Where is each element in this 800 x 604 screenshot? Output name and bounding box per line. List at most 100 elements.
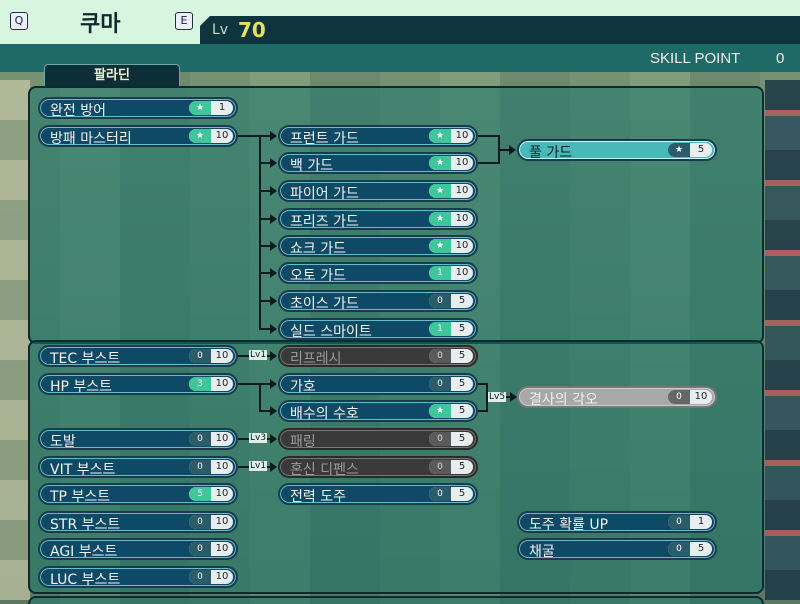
level-value: 70 xyxy=(238,18,266,42)
skill-level: 0 xyxy=(429,432,451,446)
skill-level: 1 xyxy=(429,266,451,280)
skill-back-water-guard[interactable]: 배수의 수호 ★ 5 xyxy=(278,400,478,422)
skill-max-level: 10 xyxy=(215,543,229,554)
level-label: Lv xyxy=(212,22,229,38)
skill-name: 완전 방어 xyxy=(50,103,106,119)
skill-name: VIT 부스트 xyxy=(50,462,116,478)
skill-provoke[interactable]: 도발 0 10 xyxy=(38,428,238,450)
skill-point-label: SKILL POINT xyxy=(650,50,741,67)
skill-level: 0 xyxy=(668,390,690,404)
skill-shock-guard[interactable]: 쇼크 가드 ★ 10 xyxy=(278,235,478,257)
skill-max-level: 10 xyxy=(215,350,229,361)
skill-level: 0 xyxy=(429,377,451,391)
skill-max-level: 5 xyxy=(697,144,705,155)
skill-shield-smite[interactable]: 실드 스마이트 15 xyxy=(278,318,478,340)
prev-character-key[interactable]: Q xyxy=(10,12,28,30)
skill-confusion-defense[interactable]: 혼신 디펜스 05 xyxy=(278,456,478,478)
arrow-icon xyxy=(270,379,277,389)
skill-name: 실드 스마이트 xyxy=(290,324,372,340)
skill-tp-boost[interactable]: TP 부스트 5 10 xyxy=(38,483,238,505)
arrow-icon xyxy=(270,351,277,361)
connector xyxy=(477,135,499,137)
skill-max-level: 1 xyxy=(218,102,226,113)
star-icon: ★ xyxy=(429,404,451,418)
skill-max-level: 10 xyxy=(455,130,469,141)
skill-luc-boost[interactable]: LUC 부스트 0 10 xyxy=(38,566,238,588)
star-icon: ★ xyxy=(429,156,451,170)
star-icon: ★ xyxy=(668,143,690,157)
skill-name: 패링 xyxy=(290,434,316,450)
arrow-icon xyxy=(270,324,277,334)
skill-level: 1 xyxy=(429,322,451,336)
next-character-key[interactable]: E xyxy=(175,12,193,30)
arrow-icon xyxy=(270,241,277,251)
arrow-icon xyxy=(270,462,277,472)
skill-max-level: 10 xyxy=(455,157,469,168)
skill-resolve[interactable]: 결사의 각오 0 10 xyxy=(517,386,717,408)
skill-level: 3 xyxy=(189,377,211,391)
skill-name: 도발 xyxy=(50,434,76,450)
connector xyxy=(259,383,261,412)
skill-name: TP 부스트 xyxy=(50,489,111,505)
skill-max-level: 10 xyxy=(215,461,229,472)
skill-panel-bottom xyxy=(28,596,764,604)
skill-str-boost[interactable]: STR 부스트 0 10 xyxy=(38,511,238,533)
skill-full-guard[interactable]: 풀 가드 ★ 5 xyxy=(517,139,717,161)
skill-tec-boost[interactable]: TEC 부스트 0 10 xyxy=(38,345,238,367)
skill-back-guard[interactable]: 백 가드 ★ 10 xyxy=(278,152,478,174)
star-icon: ★ xyxy=(429,239,451,253)
skill-level: 0 xyxy=(429,349,451,363)
skill-choice-guard[interactable]: 초이스 가드 05 xyxy=(278,290,478,312)
background-decor-right xyxy=(765,80,800,600)
skill-max-level: 10 xyxy=(215,378,229,389)
skill-name: HP 부스트 xyxy=(50,379,113,395)
class-tab-paladin[interactable]: 팔라딘 xyxy=(44,64,180,88)
skill-point-value: 0 xyxy=(776,50,785,67)
skill-max-level: 10 xyxy=(215,516,229,527)
character-name: 쿠마 xyxy=(80,12,121,37)
skill-name: 도주 확률 UP xyxy=(529,517,609,533)
skill-name: 결사의 각오 xyxy=(529,392,598,408)
skill-max-level: 5 xyxy=(458,488,466,499)
connector xyxy=(236,135,260,137)
skill-name: 리프레시 xyxy=(290,351,342,367)
skill-freeze-guard[interactable]: 프리즈 가드 ★ 10 xyxy=(278,208,478,230)
skill-level: 0 xyxy=(668,542,690,556)
arrow-icon xyxy=(270,131,277,141)
skill-escape-rate-up[interactable]: 도주 확률 UP 01 xyxy=(517,511,717,533)
skill-name: 배수의 수호 xyxy=(290,406,359,422)
arrow-icon xyxy=(270,434,277,444)
skill-parry[interactable]: 패링 05 xyxy=(278,428,478,450)
skill-fire-guard[interactable]: 파이어 가드 ★ 10 xyxy=(278,180,478,202)
skill-max-level: 5 xyxy=(458,323,466,334)
skill-max-level: 10 xyxy=(455,267,469,278)
skill-shield-mastery[interactable]: 방패 마스터리 ★ 10 xyxy=(38,125,238,147)
skill-max-level: 5 xyxy=(458,405,466,416)
skill-vit-boost[interactable]: VIT 부스트 0 10 xyxy=(38,456,238,478)
skill-max-level: 5 xyxy=(458,433,466,444)
skill-level: 0 xyxy=(189,515,211,529)
skill-protection[interactable]: 가호 05 xyxy=(278,373,478,395)
skill-hp-boost[interactable]: HP 부스트 3 10 xyxy=(38,373,238,395)
skill-gathering[interactable]: 채굴 05 xyxy=(517,538,717,560)
skill-level: 5 xyxy=(189,487,211,501)
skill-name: 초이스 가드 xyxy=(290,296,359,312)
arrow-icon xyxy=(270,214,277,224)
skill-level: 0 xyxy=(429,487,451,501)
skill-level: 0 xyxy=(668,515,690,529)
skill-max-level: 10 xyxy=(215,130,229,141)
skill-full-escape[interactable]: 전력 도주 05 xyxy=(278,483,478,505)
skill-agi-boost[interactable]: AGI 부스트 0 10 xyxy=(38,538,238,560)
requirement-label: Lv5 xyxy=(488,392,507,402)
arrow-icon xyxy=(509,145,516,155)
requirement-label: Lv3 xyxy=(249,433,268,443)
skill-front-guard[interactable]: 프런트 가드 ★ 10 xyxy=(278,125,478,147)
skill-refresh[interactable]: 리프레시 05 xyxy=(278,345,478,367)
arrow-icon xyxy=(270,186,277,196)
skill-wanjeon-bangeo[interactable]: 완전 방어 ★ 1 xyxy=(38,97,238,119)
skill-max-level: 10 xyxy=(215,571,229,582)
skill-max-level: 10 xyxy=(215,433,229,444)
skill-auto-guard[interactable]: 오토 가드 1 10 xyxy=(278,262,478,284)
skill-name: 프런트 가드 xyxy=(290,131,359,147)
skill-name: 전력 도주 xyxy=(290,489,346,505)
